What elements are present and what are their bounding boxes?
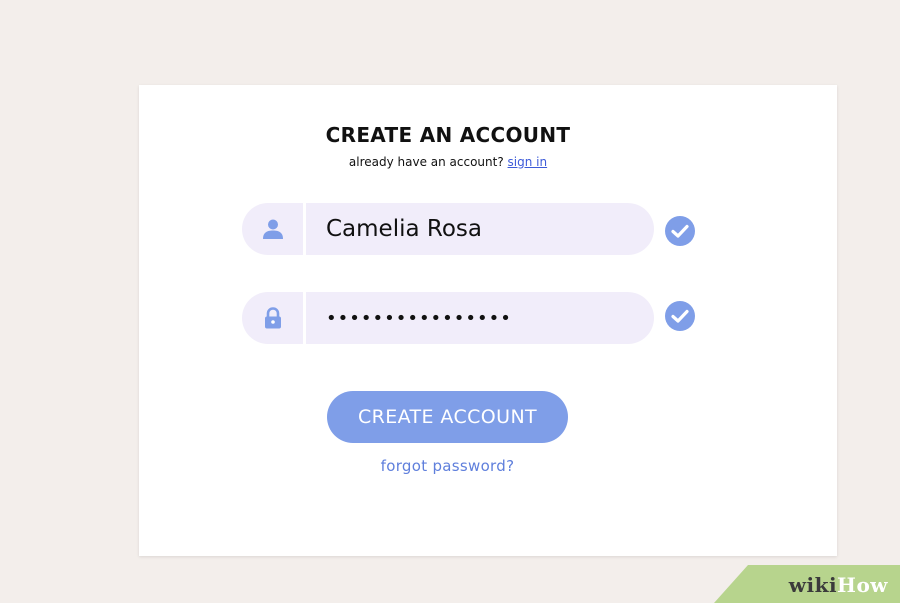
password-valid-check-icon [665,301,695,331]
wikihow-watermark-text: wikiHow [789,573,888,597]
create-account-button[interactable]: CREATE ACCOUNT [327,391,568,443]
password-field[interactable] [242,292,654,344]
user-icon [262,219,283,239]
name-valid-check-icon [665,216,695,246]
sign-in-link[interactable]: sign in [508,155,548,169]
forgot-password-link[interactable]: forgot password? [327,457,568,475]
watermark-how: How [837,573,888,597]
page-title: CREATE AN ACCOUNT [325,123,571,147]
wikihow-watermark: wikiHow [714,565,900,603]
signin-prompt-text: already have an account? [348,155,504,169]
name-input[interactable] [306,203,654,255]
password-input[interactable] [306,292,654,344]
watermark-wiki: wiki [788,573,838,597]
lock-icon [264,307,281,329]
name-field-icon-box [242,203,306,255]
signin-prompt: already have an account? sign in [99,155,797,169]
password-field-icon-box [242,292,306,344]
name-field[interactable] [242,203,654,255]
signup-card: CREATE AN ACCOUNT already have an accoun… [139,85,837,556]
